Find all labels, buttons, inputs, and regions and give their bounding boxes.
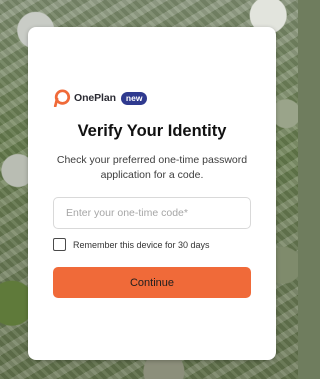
- continue-button[interactable]: Continue: [53, 267, 251, 298]
- remember-device-label: Remember this device for 30 days: [73, 239, 210, 250]
- page-title: Verify Your Identity: [77, 122, 227, 140]
- one-time-code-input[interactable]: [53, 197, 251, 229]
- remember-device-option[interactable]: Remember this device for 30 days: [53, 238, 210, 251]
- verify-card: OnePlan new Verify Your Identity Check y…: [28, 27, 276, 360]
- brand-logo: OnePlan new: [53, 89, 148, 107]
- remember-device-checkbox[interactable]: [53, 238, 66, 251]
- page-subtitle: Check your preferred one-time password a…: [56, 154, 248, 181]
- new-badge: new: [120, 91, 148, 105]
- oneplan-logo-icon: [53, 89, 71, 107]
- brand-name: OnePlan: [74, 92, 116, 104]
